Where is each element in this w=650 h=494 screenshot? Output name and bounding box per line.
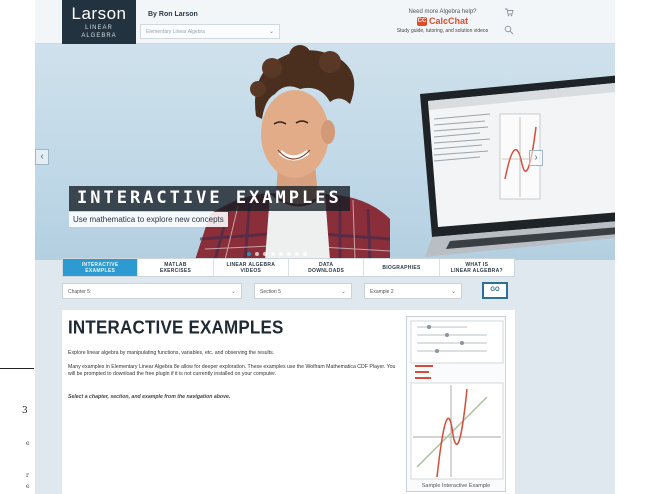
carousel-dot[interactable]	[255, 252, 259, 256]
carousel-dot[interactable]	[247, 252, 251, 256]
hero-title: INTERACTIVE EXAMPLES	[69, 186, 350, 211]
sample-example-preview[interactable]: Sample Interactive Example	[406, 316, 506, 492]
help-tagline: Study guide, tutoring, and solution vide…	[396, 28, 489, 35]
website: ‹ › INTERACTIVE EXAMPLES Use mathematica…	[35, 0, 615, 494]
intro-paragraph: Explore linear algebra by manipulating f…	[68, 350, 275, 356]
chevron-left-icon: ‹	[40, 151, 44, 162]
chevron-down-icon: ⌄	[340, 289, 346, 295]
page: 3 e r e ‹ › INTERACTIVE EXAMPLES Use mat…	[0, 0, 650, 494]
instruction-paragraph: Select a chapter, section, and example f…	[68, 394, 231, 400]
header-icons	[502, 7, 516, 43]
tab-matlab-exercises[interactable]: MATLAB EXERCISES	[138, 259, 214, 276]
chapter-select-value: Chapter 5:	[68, 289, 92, 295]
hero-laptop-image	[420, 75, 615, 257]
tab-label: BIOGRAPHIES	[382, 265, 421, 271]
carousel-dot[interactable]	[279, 252, 283, 256]
logo-subtitle: ALGEBRA	[81, 33, 117, 39]
example-select[interactable]: Example 2 ⌄	[364, 283, 462, 299]
margin-page-number: 3	[22, 406, 28, 416]
tab-linear-algebra-videos[interactable]: LINEAR ALGEBRA VIDEOS	[214, 259, 289, 276]
carousel-dot[interactable]	[295, 252, 299, 256]
carousel-dot[interactable]	[287, 252, 291, 256]
calcchat-promo[interactable]: Need more Algebra help? CC CalcChat Study…	[380, 9, 505, 34]
site-header: Larson LINEAR ALGEBRA By Ron Larson Elem…	[35, 0, 615, 44]
section-select-value: Section 5	[260, 289, 281, 295]
tab-label: EXAMPLES	[85, 268, 116, 274]
tab-interactive-examples[interactable]: INTERACTIVE EXAMPLES	[63, 259, 139, 276]
book-select-dropdown[interactable]: Elementary Linear Algebra ⌄	[140, 24, 280, 39]
section-tabs: INTERACTIVE EXAMPLES MATLAB EXERCISES LI…	[62, 258, 515, 277]
sample-caption: Sample Interactive Example	[421, 483, 491, 489]
tab-label: LINEAR ALGEBRA?	[450, 268, 503, 274]
margin-fragment: e	[26, 440, 30, 447]
book-margin: 3 e r e	[0, 368, 35, 494]
page-title: INTERACTIVE EXAMPLES	[68, 317, 284, 338]
book-select-value: Elementary Linear Algebra	[146, 29, 205, 35]
author-byline: By Ron Larson	[148, 11, 198, 18]
logo-title: Larson	[71, 4, 127, 23]
carousel-dot[interactable]	[271, 252, 275, 256]
tab-label: VIDEOS	[240, 268, 262, 274]
tab-label: DOWNLOADS	[308, 268, 345, 274]
margin-rule	[0, 368, 34, 369]
margin-fragment: e	[26, 483, 30, 490]
sample-graph-image	[410, 320, 504, 480]
carousel-dot[interactable]	[303, 252, 307, 256]
description-paragraph: Many examples in Elementary Linear Algeb…	[68, 364, 396, 377]
chevron-down-icon: ⌄	[450, 289, 456, 295]
tab-what-is-linear-algebra[interactable]: WHAT IS LINEAR ALGEBRA?	[440, 259, 514, 276]
chevron-down-icon: ⌄	[230, 289, 236, 295]
margin-fragment: r	[26, 472, 29, 479]
tab-data-downloads[interactable]: DATA DOWNLOADS	[289, 259, 365, 276]
hero-subtitle: Use mathematica to explore new concepts	[69, 212, 228, 227]
example-select-value: Example 2	[370, 289, 394, 295]
chevron-down-icon: ⌄	[268, 29, 274, 35]
main-content: INTERACTIVE EXAMPLES Explore linear alge…	[62, 310, 515, 494]
search-icon[interactable]	[502, 25, 516, 39]
carousel-next-button[interactable]: ›	[529, 150, 543, 166]
chevron-right-icon: ›	[534, 152, 538, 163]
go-button[interactable]: GO	[482, 282, 508, 299]
carousel-indicators	[247, 243, 311, 256]
cart-icon[interactable]	[502, 7, 516, 21]
hero-person-image	[195, 45, 390, 260]
larson-logo[interactable]: Larson LINEAR ALGEBRA	[62, 0, 136, 44]
hero-carousel: ‹ › INTERACTIVE EXAMPLES Use mathematica…	[35, 44, 615, 260]
section-select[interactable]: Section 5 ⌄	[254, 283, 352, 299]
tab-label: EXERCISES	[159, 268, 192, 274]
calcchat-brand: CC CalcChat	[380, 16, 505, 27]
example-selectors: Chapter 5: ⌄ Section 5 ⌄ Example 2 ⌄ GO	[62, 282, 515, 303]
logo-subtitle: LINEAR	[85, 25, 113, 31]
chapter-select[interactable]: Chapter 5: ⌄	[62, 283, 242, 299]
help-question: Need more Algebra help?	[408, 9, 477, 15]
calcchat-icon: CC	[416, 17, 427, 27]
carousel-prev-button[interactable]: ‹	[35, 149, 49, 165]
tab-biographies[interactable]: BIOGRAPHIES	[364, 259, 440, 276]
carousel-dot[interactable]	[263, 252, 267, 256]
calcchat-label: CalcChat	[428, 16, 468, 26]
